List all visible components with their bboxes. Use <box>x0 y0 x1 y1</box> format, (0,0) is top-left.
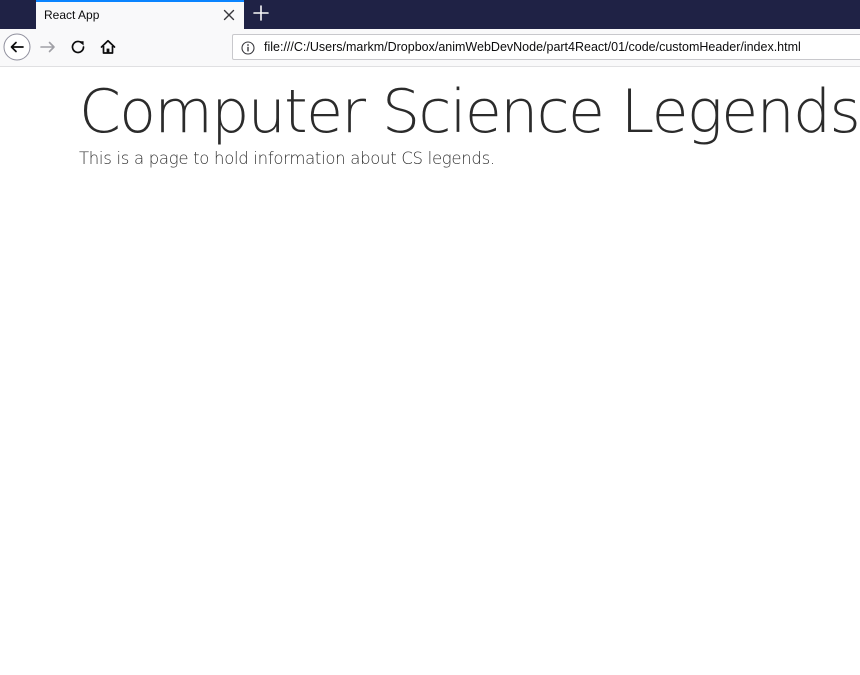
tab-strip: React App <box>0 0 860 29</box>
address-bar[interactable]: file:///C:/Users/markm/Dropbox/animWebDe… <box>232 34 860 60</box>
reload-icon[interactable] <box>64 33 92 61</box>
page-content: Computer Science Legends This is a page … <box>0 67 860 675</box>
back-arrow-icon[interactable] <box>3 33 31 61</box>
plus-icon[interactable] <box>251 3 271 23</box>
navigation-toolbar: file:///C:/Users/markm/Dropbox/animWebDe… <box>0 29 860 67</box>
home-icon[interactable] <box>94 33 122 61</box>
tab-title: React App <box>44 8 100 22</box>
close-icon[interactable] <box>220 6 238 24</box>
info-icon[interactable] <box>241 40 255 55</box>
page-subtitle: This is a page to hold information about… <box>79 149 495 168</box>
forward-arrow-icon[interactable] <box>34 33 62 61</box>
tab-react-app[interactable]: React App <box>36 0 244 29</box>
url-text[interactable]: file:///C:/Users/markm/Dropbox/animWebDe… <box>264 40 801 54</box>
page-title: Computer Science Legends <box>79 77 860 147</box>
